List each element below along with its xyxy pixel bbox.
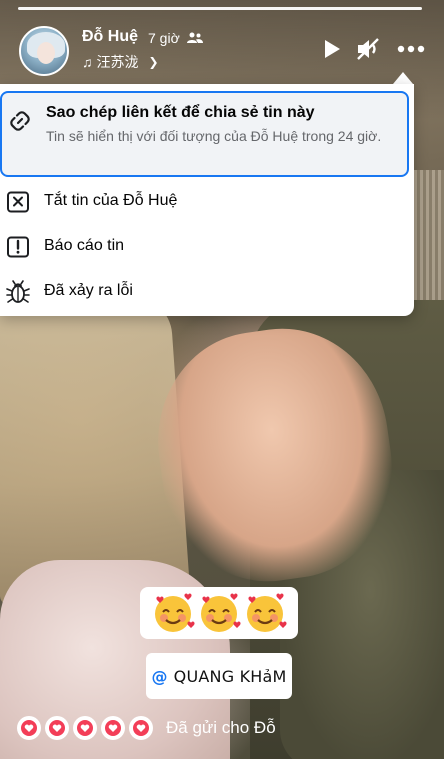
bug-icon (4, 278, 32, 306)
story-options-menu: Sao chép liên kết để chia sẻ tin này Tin… (0, 84, 414, 316)
menu-item-report-story[interactable]: Báo cáo tin (0, 225, 414, 269)
smiling-face-with-hearts-icon (247, 593, 287, 632)
more-options-icon (397, 45, 425, 53)
heart-reaction[interactable] (101, 716, 125, 740)
mute-button[interactable] (356, 36, 384, 62)
avatar-face (37, 42, 55, 64)
menu-item-description: Tin sẽ hiển thị với đối tượng của Đỗ Huệ… (46, 128, 382, 144)
heart-icon (21, 720, 37, 736)
menu-item-title: Đã xảy ra lỗi (44, 282, 133, 299)
music-note-icon: ♫ (82, 54, 93, 70)
reaction-sent-text: Đã gửi cho Đỗ (166, 718, 276, 737)
music-track[interactable]: ♫ 汪苏泷 ❯ (82, 52, 159, 72)
heart-icon (49, 720, 65, 736)
play-icon (325, 40, 340, 58)
friends-icon (187, 32, 203, 43)
play-button[interactable] (322, 36, 342, 62)
volume-muted-icon (357, 38, 379, 60)
menu-item-title: Báo cáo tin (44, 237, 125, 254)
menu-item-title: Tắt tin của Đỗ Huệ (44, 192, 178, 209)
menu-caret (393, 72, 413, 84)
story-time: 7 giờ (148, 30, 180, 46)
mention-sticker[interactable]: @ QUANG KHảM (146, 653, 292, 699)
emoji-sticker (140, 587, 298, 639)
menu-item-title: Sao chép liên kết để chia sẻ tin này (46, 104, 315, 121)
chevron-right-icon: ❯ (148, 55, 159, 69)
heart-reaction[interactable] (45, 716, 69, 740)
heart-reaction[interactable] (17, 716, 41, 740)
heart-icon (133, 720, 149, 736)
heart-reaction[interactable] (129, 716, 153, 740)
mention-at-symbol: @ (151, 666, 168, 686)
smiling-face-with-hearts-icon (201, 593, 241, 632)
story-author-name[interactable]: Đỗ Huệ (82, 28, 138, 46)
story-progress-bar (18, 7, 422, 10)
reaction-row (17, 716, 153, 740)
close-box-icon (4, 188, 32, 216)
heart-icon (105, 720, 121, 736)
menu-item-copy-link[interactable]: Sao chép liên kết để chia sẻ tin này Tin… (0, 91, 409, 177)
heart-reaction[interactable] (73, 716, 97, 740)
more-options-button[interactable] (396, 36, 426, 62)
story-viewer[interactable]: Đỗ Huệ 7 giờ ♫ 汪苏泷 ❯ Sao chép liên kết đ… (0, 0, 444, 759)
report-icon (4, 233, 32, 261)
mention-name: QUANG KHảM (173, 666, 287, 686)
link-icon (6, 107, 34, 135)
heart-icon (77, 720, 93, 736)
avatar[interactable] (19, 26, 69, 76)
smiling-face-with-hearts-icon (155, 593, 195, 632)
music-title: 汪苏泷 (96, 54, 139, 70)
menu-item-something-wrong[interactable]: Đã xảy ra lỗi (0, 270, 414, 314)
menu-item-mute-story[interactable]: Tắt tin của Đỗ Huệ (0, 180, 414, 224)
